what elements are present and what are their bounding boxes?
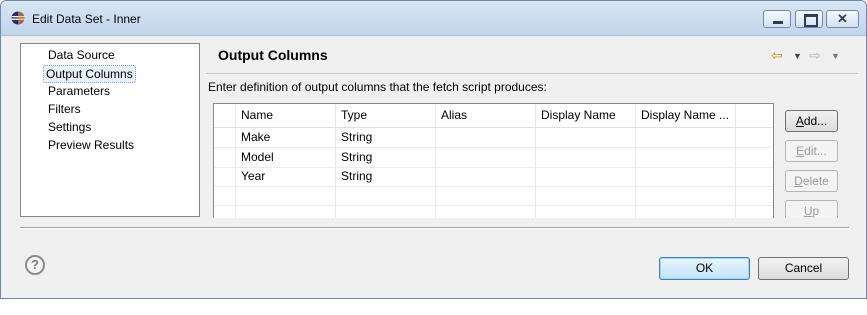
cell-display-name[interactable] [536, 186, 636, 205]
cell-alias[interactable] [436, 167, 536, 186]
cell-name[interactable]: Make [236, 128, 336, 147]
cell-display-name[interactable] [536, 148, 636, 167]
cell-type[interactable]: String [336, 167, 436, 186]
row-selector[interactable] [214, 205, 236, 218]
instructions-text: Enter definition of output columns that … [208, 80, 547, 94]
cell-name[interactable]: Year [236, 167, 336, 186]
nav-item-parameters[interactable]: Parameters [46, 83, 112, 99]
filler-header [736, 104, 773, 127]
close-button[interactable]: ✕ [826, 10, 859, 28]
table-row[interactable]: Make String [214, 128, 773, 148]
table-row[interactable]: Year String [214, 167, 773, 187]
header-divider [206, 73, 858, 74]
cell-type[interactable] [336, 186, 436, 205]
page-navigation-list: Data Source Output Columns Parameters Fi… [20, 43, 200, 217]
row-selector[interactable] [214, 186, 236, 205]
close-icon: ✕ [837, 11, 848, 26]
nav-item-filters[interactable]: Filters [46, 101, 83, 117]
table-header-row: Name Type Alias Display Name Display Nam… [214, 104, 773, 128]
eclipse-app-icon [11, 11, 25, 25]
cell-display-name[interactable] [536, 128, 636, 147]
column-header-type[interactable]: Type [336, 104, 436, 127]
minimize-button[interactable] [763, 10, 791, 28]
column-header-display-name-key[interactable]: Display Name ... [636, 104, 736, 127]
cell-alias[interactable] [436, 128, 536, 147]
cell-type[interactable]: String [336, 128, 436, 147]
table-row[interactable]: Model String [214, 148, 773, 168]
cell-type[interactable] [336, 205, 436, 218]
column-header-name[interactable]: Name [236, 104, 336, 127]
add-label-rest: dd... [803, 114, 828, 128]
delete-label-rest: elete [802, 174, 829, 188]
up-button[interactable]: Up [785, 200, 838, 218]
cell-name[interactable]: Model [236, 148, 336, 167]
add-mnemonic: A [795, 114, 804, 128]
minimize-icon [773, 21, 783, 24]
nav-item-preview-results[interactable]: Preview Results [46, 137, 136, 153]
cell-display-name-key[interactable] [636, 205, 736, 218]
column-header-display-name[interactable]: Display Name [536, 104, 636, 127]
dialog-window: Edit Data Set - Inner ✕ Data Source Outp… [0, 0, 867, 299]
row-selector[interactable] [214, 167, 236, 186]
cell-display-name-key[interactable] [636, 167, 736, 186]
row-selector[interactable] [214, 128, 236, 147]
cell-display-name-key[interactable] [636, 186, 736, 205]
cancel-button[interactable]: Cancel [758, 257, 849, 280]
nav-item-data-source[interactable]: Data Source [46, 47, 117, 63]
cell-type[interactable]: String [336, 148, 436, 167]
back-history-dropdown-icon[interactable]: ▼ [793, 51, 802, 61]
row-selector[interactable] [214, 148, 236, 167]
cell-name[interactable] [236, 186, 336, 205]
content-divider [20, 227, 849, 229]
forward-arrow-icon: ⇨ [809, 47, 821, 63]
delete-mnemonic: D [794, 174, 803, 188]
edit-button[interactable]: Edit... [785, 140, 838, 162]
title-bar[interactable]: Edit Data Set - Inner ✕ [1, 1, 866, 36]
cell-alias[interactable] [436, 186, 536, 205]
cell-alias[interactable] [436, 205, 536, 218]
nav-item-output-columns[interactable]: Output Columns [43, 65, 136, 83]
cell-display-name-key[interactable] [636, 128, 736, 147]
forward-history-dropdown-icon: ▼ [831, 51, 840, 61]
ok-button[interactable]: OK [659, 257, 750, 280]
row-selector-header [214, 104, 236, 127]
table-row[interactable] [214, 186, 773, 206]
page-title: Output Columns [218, 47, 328, 63]
maximize-icon [804, 14, 818, 27]
cell-alias[interactable] [436, 148, 536, 167]
delete-button[interactable]: Delete [785, 170, 838, 192]
cell-display-name[interactable] [536, 167, 636, 186]
table-row[interactable] [214, 205, 773, 218]
help-icon[interactable]: ? [25, 255, 45, 275]
up-label-rest: p [812, 204, 820, 218]
back-arrow-icon[interactable]: ⇦ [771, 47, 783, 64]
cell-name[interactable] [236, 205, 336, 218]
nav-item-settings[interactable]: Settings [46, 119, 93, 135]
output-columns-table: Name Type Alias Display Name Display Nam… [213, 103, 774, 218]
add-button[interactable]: Add... [785, 110, 838, 132]
edit-mnemonic: E [796, 144, 805, 158]
window-title: Edit Data Set - Inner [32, 12, 141, 26]
edit-label-rest: dit... [804, 144, 827, 158]
cell-display-name-key[interactable] [636, 148, 736, 167]
cell-display-name[interactable] [536, 205, 636, 218]
maximize-button[interactable] [795, 10, 823, 28]
column-header-alias[interactable]: Alias [436, 104, 536, 127]
